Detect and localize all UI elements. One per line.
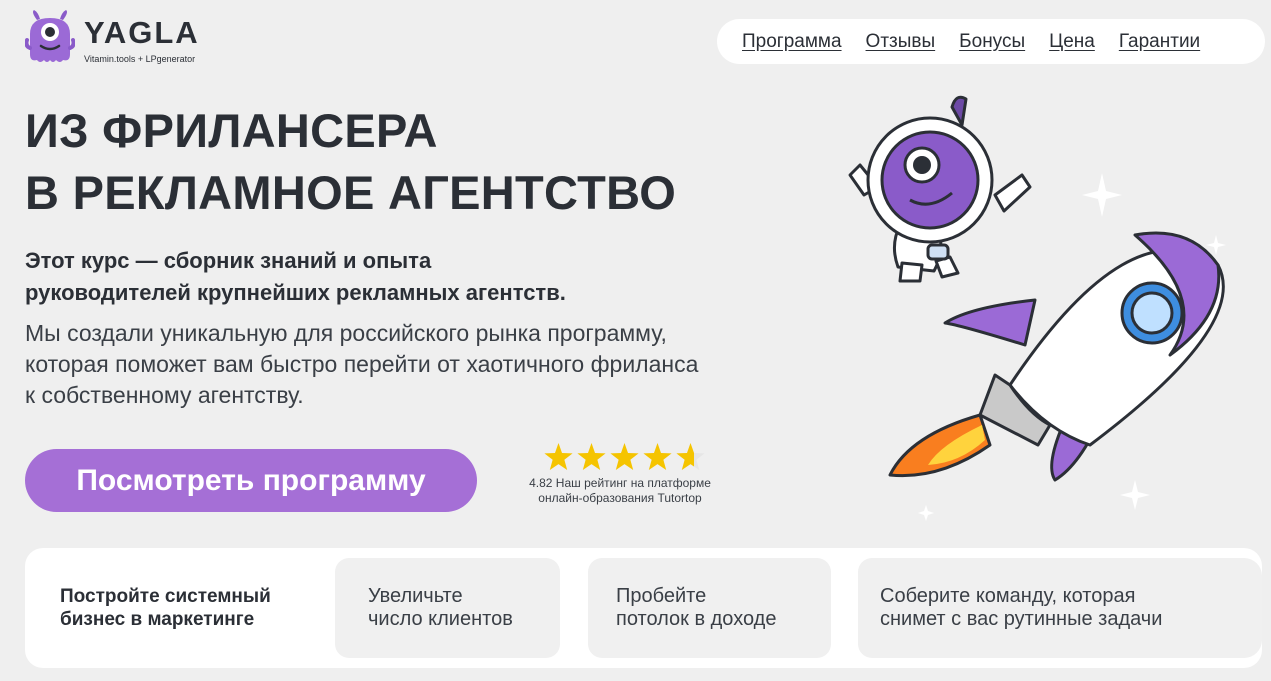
feature-text-line: Постройте системный: [60, 586, 271, 607]
hero-lead: Этот курс — сборник знаний и опыта руков…: [25, 245, 566, 309]
top-nav: Программа Отзывы Бонусы Цена Гарантии: [717, 19, 1265, 64]
logo-subtitle: Vitamin.tools + LPgenerator: [84, 54, 196, 64]
hero-title: ИЗ ФРИЛАНСЕРА В РЕКЛАМНОЕ АГЕНТСТВО: [25, 100, 676, 224]
hero-description-line: Мы создали уникальную для российского ры…: [25, 320, 667, 346]
hero-description-line: которая поможет вам быстро перейти от ха…: [25, 351, 699, 377]
hero-illustration: [848, 95, 1226, 521]
nav-link-program[interactable]: Программа: [742, 31, 842, 53]
feature-card-system-business: Постройте системный бизнес в маркетинге: [60, 558, 340, 658]
view-program-button[interactable]: Посмотреть программу: [25, 449, 477, 512]
hero-description-line: к собственному агентству.: [25, 382, 304, 408]
star-icon: [642, 443, 672, 470]
rating-caption: 4.82 Наш рейтинг на платформе онлайн-обр…: [515, 476, 725, 506]
rating-stars: [523, 443, 725, 470]
hero-description: Мы создали уникальную для российского ры…: [25, 318, 698, 411]
hero-lead-line: Этот курс — сборник знаний и опыта: [25, 248, 432, 273]
nav-link-guarantees[interactable]: Гарантии: [1119, 31, 1200, 53]
feature-text-line: потолок в доходе: [616, 608, 777, 630]
nav-link-reviews[interactable]: Отзывы: [866, 31, 936, 53]
rating-block: 4.82 Наш рейтинг на платформе онлайн-обр…: [515, 443, 725, 506]
yagla-monster-logo-icon: [25, 10, 75, 62]
feature-text-line: число клиентов: [368, 608, 513, 630]
logo-wordmark: YAGLA: [84, 15, 200, 50]
nav-link-price[interactable]: Цена: [1049, 31, 1095, 53]
astronaut-monster-illustration: [848, 95, 1032, 283]
feature-card-income-ceiling: Пробейте потолок в доходе: [588, 558, 831, 658]
feature-text-line: бизнес в маркетинге: [60, 609, 255, 630]
features-panel: Постройте системный бизнес в маркетинге …: [25, 548, 1262, 668]
star-icon: [543, 443, 573, 470]
feature-text-line: Увеличьте: [368, 585, 463, 607]
nav-link-bonuses[interactable]: Бонусы: [959, 31, 1025, 53]
hero-title-line: В РЕКЛАМНОЕ АГЕНТСТВО: [25, 166, 677, 219]
star-icon: [576, 443, 606, 470]
star-half-icon: [675, 443, 705, 470]
feature-card-build-team: Соберите команду, которая снимет с вас р…: [858, 558, 1262, 658]
star-icon: [609, 443, 639, 470]
rating-caption-line: 4.82 Наш рейтинг на платформе: [529, 476, 711, 490]
rating-caption-line: онлайн-образования Tutortop: [538, 491, 702, 505]
feature-text-line: Пробейте: [616, 585, 707, 607]
feature-text-line: снимет с вас рутинные задачи: [880, 608, 1163, 630]
logo[interactable]: YAGLA Vitamin.tools + LPgenerator: [25, 10, 200, 64]
feature-card-more-clients: Увеличьте число клиентов: [335, 558, 560, 658]
hero-lead-line: руководителей крупнейших рекламных агент…: [25, 280, 566, 305]
feature-text-line: Соберите команду, которая: [880, 585, 1136, 607]
hero-title-line: ИЗ ФРИЛАНСЕРА: [25, 104, 438, 157]
